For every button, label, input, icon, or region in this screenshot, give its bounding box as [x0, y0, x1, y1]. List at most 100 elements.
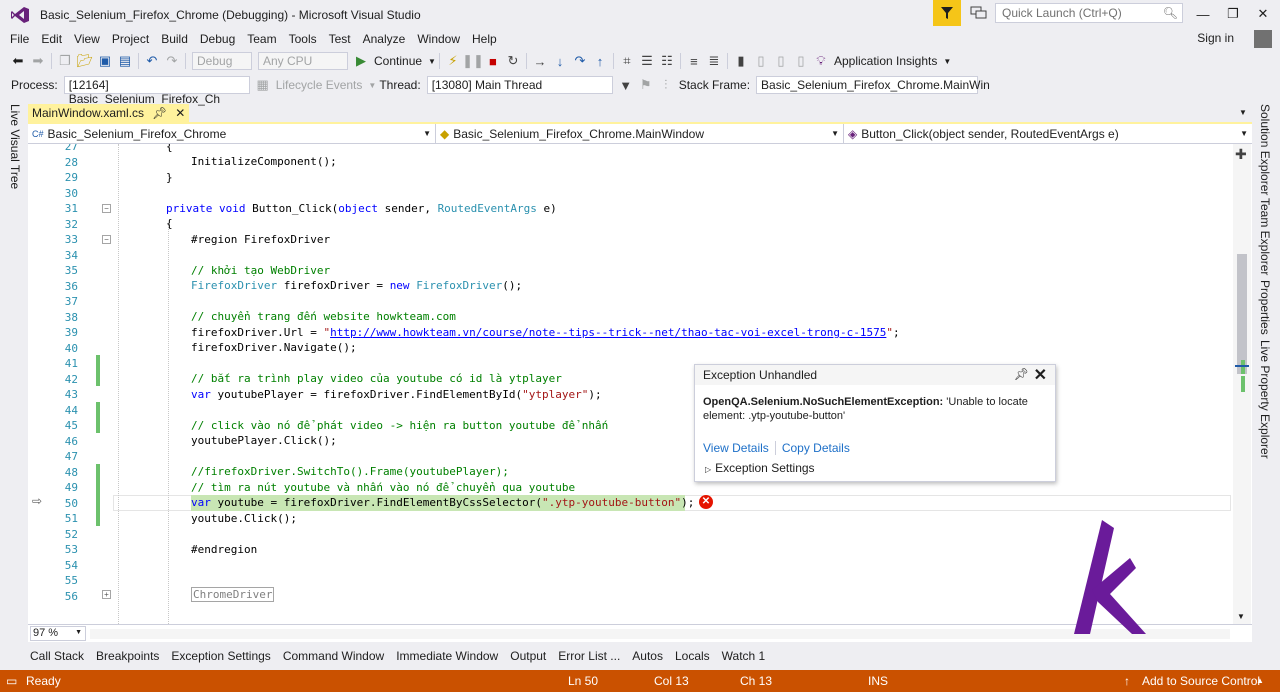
navigate-forward-icon[interactable]: ➡︎ — [29, 52, 47, 70]
sign-in-link[interactable]: Sign in — [1197, 31, 1234, 45]
lifecycle-events-icon[interactable]: ▦ — [254, 76, 272, 94]
collapse-icon[interactable]: − — [102, 235, 111, 244]
solution-platform-select[interactable]: Any CPU — [258, 52, 348, 70]
menu-test[interactable]: Test — [323, 32, 357, 46]
menu-help[interactable]: Help — [466, 32, 503, 46]
solution-explorer-tab[interactable]: Solution Explorer — [1258, 104, 1272, 195]
chevron-up-icon[interactable]: ▲ — [1256, 676, 1264, 685]
show-flagged-icon[interactable]: ⫶ — [657, 76, 675, 94]
scrollbar-thumb[interactable] — [1237, 254, 1247, 374]
tab-breakpoints[interactable]: Breakpoints — [90, 649, 165, 663]
menu-tools[interactable]: Tools — [283, 32, 323, 46]
redo-icon[interactable]: ↷ — [163, 52, 181, 70]
feedback-icon[interactable] — [970, 5, 988, 21]
team-explorer-tab[interactable]: Team Explorer — [1258, 198, 1272, 275]
new-project-icon[interactable]: ❐ — [56, 52, 74, 70]
restore-button[interactable]: ❐ — [1218, 4, 1248, 24]
view-details-link[interactable]: View Details — [703, 441, 769, 455]
split-editor-icon[interactable]: ✚ — [1235, 146, 1247, 163]
filter-threads-icon[interactable]: ▼ — [617, 76, 635, 94]
step-over-icon[interactable]: ↷ — [571, 52, 589, 70]
tab-exception-settings[interactable]: Exception Settings — [165, 649, 276, 663]
tab-immediate-window[interactable]: Immediate Window — [390, 649, 504, 663]
menu-debug[interactable]: Debug — [194, 32, 241, 46]
tab-command-window[interactable]: Command Window — [277, 649, 390, 663]
menu-edit[interactable]: Edit — [35, 32, 68, 46]
copy-details-link[interactable]: Copy Details — [782, 441, 850, 455]
class-select[interactable]: ◆ Basic_Selenium_Firefox_Chrome.MainWind… — [436, 124, 844, 143]
clear-bookmarks-icon[interactable]: ▯ — [792, 52, 810, 70]
error-icon[interactable]: ✕ — [699, 495, 713, 509]
pin-icon[interactable]: 📌︎ — [1014, 367, 1029, 381]
continue-dropdown-icon[interactable]: ▼ — [428, 57, 436, 66]
vertical-scrollbar[interactable]: ▼ — [1233, 144, 1251, 624]
next-bookmark-icon[interactable]: ▯ — [772, 52, 790, 70]
solution-configuration-select[interactable]: Debug — [192, 52, 252, 70]
menu-window[interactable]: Window — [411, 32, 466, 46]
menu-team[interactable]: Team — [241, 32, 282, 46]
process-select[interactable]: [12164] Basic_Selenium_Firefox_Ch — [63, 76, 250, 106]
menu-analyze[interactable]: Analyze — [357, 32, 412, 46]
collapse-icon[interactable]: − — [102, 204, 111, 213]
menu-file[interactable]: File — [4, 32, 35, 46]
step-into-icon[interactable]: ↓ — [551, 52, 569, 70]
show-next-statement-icon[interactable]: → — [531, 52, 549, 70]
code-link[interactable]: http://www.howkteam.vn/course/note--tips… — [330, 326, 886, 339]
member-select[interactable]: ◈ Button_Click(object sender, RoutedEven… — [844, 124, 1252, 143]
close-window-button[interactable]: ✕ — [1248, 4, 1278, 24]
add-to-source-control-button[interactable]: Add to Source Control — [1142, 674, 1260, 688]
application-insights-button[interactable]: Application Insights — [834, 54, 937, 68]
expand-icon[interactable]: + — [102, 590, 111, 599]
uncomment-icon[interactable]: ≣ — [705, 52, 723, 70]
live-property-explorer-tab[interactable]: Live Property Explorer — [1258, 340, 1272, 459]
project-select[interactable]: C# Basic_Selenium_Firefox_Chrome ▼ — [28, 124, 436, 143]
zoom-select[interactable]: 97 % ▼ — [30, 626, 86, 641]
flag-threads-icon[interactable]: ⚑ — [637, 76, 655, 94]
notifications-filter-icon[interactable] — [933, 0, 961, 26]
minimize-button[interactable]: — — [1188, 4, 1218, 24]
tab-autos[interactable]: Autos — [626, 649, 669, 663]
horizontal-scrollbar[interactable] — [90, 629, 1230, 639]
tab-error-list[interactable]: Error List ... — [552, 649, 626, 663]
stack-frame-select[interactable]: Basic_Selenium_Firefox_Chrome.MainWin — [756, 76, 990, 94]
hot-reload-icon[interactable]: ⚡︎ — [444, 52, 462, 70]
scroll-down-icon[interactable]: ▼ — [1237, 612, 1245, 621]
menu-build[interactable]: Build — [155, 32, 194, 46]
code-editor[interactable]: 27 28 29 30 31 32 33 34 35 36 37 38 39 4… — [28, 144, 1252, 624]
document-tab[interactable]: MainWindow.xaml.cs 📌︎ ✕ — [28, 104, 190, 122]
collapsed-region-chromedriver[interactable]: ChromeDriver — [191, 587, 275, 602]
continue-button[interactable]: Continue — [374, 54, 422, 68]
account-icon[interactable] — [1254, 30, 1272, 48]
bookmark-icon[interactable]: ▮ — [732, 52, 750, 70]
menu-project[interactable]: Project — [106, 32, 155, 46]
stack-frame-icon[interactable]: ☰ — [638, 52, 656, 70]
live-visual-tree-tab[interactable]: Live Visual Tree — [8, 104, 22, 189]
application-insights-dropdown-icon[interactable]: ▼ — [943, 57, 951, 66]
lifecycle-dropdown-icon[interactable]: ▼ — [368, 81, 376, 90]
document-list-dropdown-icon[interactable]: ▼ — [1239, 108, 1247, 117]
navigate-back-icon[interactable]: ⬅︎ — [9, 52, 27, 70]
save-icon[interactable]: ▣ — [96, 52, 114, 70]
lifecycle-events-button[interactable]: Lifecycle Events — [276, 78, 363, 92]
tab-call-stack[interactable]: Call Stack — [24, 649, 90, 663]
break-all-icon[interactable]: ❚❚ — [462, 52, 484, 70]
comment-icon[interactable]: ≡ — [685, 52, 703, 70]
tab-output[interactable]: Output — [504, 649, 552, 663]
continue-icon[interactable]: ▶ — [352, 52, 370, 70]
close-icon[interactable]: ✕ — [1034, 365, 1047, 385]
save-all-icon[interactable]: ▤ — [116, 52, 134, 70]
pin-tab-icon[interactable]: 📌︎ — [152, 106, 167, 120]
quick-launch-input[interactable]: Quick Launch (Ctrl+Q) 🔍︎ — [995, 3, 1183, 23]
tab-watch-1[interactable]: Watch 1 — [716, 649, 772, 663]
thread-select[interactable]: [13080] Main Thread — [426, 76, 613, 94]
menu-view[interactable]: View — [68, 32, 106, 46]
prev-bookmark-icon[interactable]: ▯ — [752, 52, 770, 70]
application-insights-icon[interactable]: 💡︎ — [812, 52, 830, 70]
restart-icon[interactable]: ↻ — [504, 52, 522, 70]
properties-tab[interactable]: Properties — [1258, 280, 1272, 335]
tab-locals[interactable]: Locals — [669, 649, 716, 663]
undo-icon[interactable]: ↶ — [143, 52, 161, 70]
hex-display-icon[interactable]: ⌗ — [618, 52, 636, 70]
exception-settings-expander[interactable]: ▷ Exception Settings — [705, 461, 815, 475]
stop-debugging-icon[interactable]: ■ — [484, 52, 502, 70]
